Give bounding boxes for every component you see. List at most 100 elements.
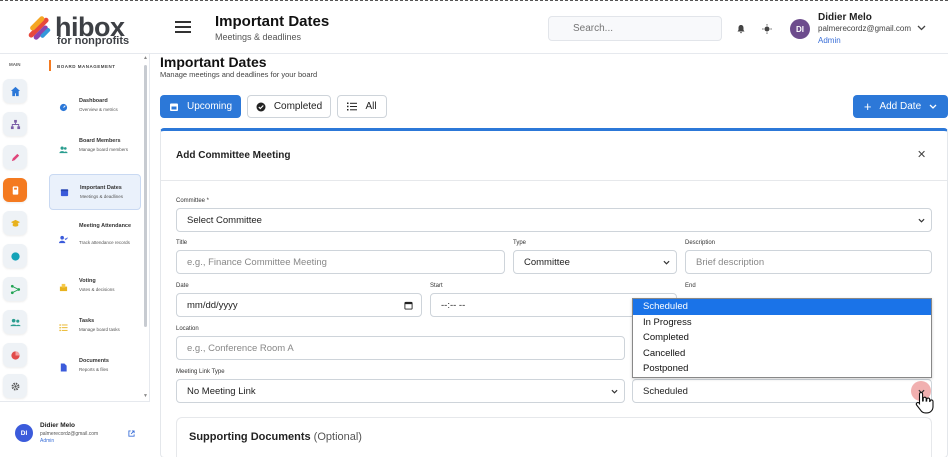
brand-tagline: for nonprofits [57,35,130,47]
calendar-icon [60,189,69,197]
sidebar-item-desc: Meetings & deadlines [80,194,124,199]
user-check-icon [59,235,68,244]
tab-all[interactable]: All [337,95,387,118]
status-option-cancelled[interactable]: Cancelled [633,346,931,362]
card-header: Add Committee Meeting ✕ [161,131,947,181]
status-option-scheduled[interactable]: Scheduled [633,299,931,315]
rail-network-button[interactable] [3,277,27,301]
committee-select[interactable]: Select Committee [176,208,932,232]
sidebar-item-meeting-attendance[interactable]: Meeting Attendance Track attendance reco… [49,218,141,260]
theme-toggle-icon[interactable] [762,24,772,34]
globe-icon [10,251,20,261]
rail-home-button[interactable] [3,79,27,103]
rail-label: MAIN [9,62,21,67]
plus-icon: + [863,98,872,114]
sidebar-item-desc: Track attendance records [79,240,130,245]
sidebar-item-label: Important Dates [80,185,122,191]
rail-reports-button[interactable] [3,343,27,367]
status-select[interactable]: Scheduled [632,379,932,403]
hand-cursor-icon [915,391,934,414]
sidebar-item-important-dates[interactable]: Important Dates Meetings & deadlines [49,174,141,210]
rail-org-button[interactable] [3,112,27,136]
gear-icon [11,382,19,390]
tab-completed[interactable]: Completed [247,95,331,118]
chevron-down-icon [611,389,618,394]
footer-user-name: Didier Melo [40,422,76,429]
sitemap-icon [10,119,20,129]
link-type-select[interactable]: No Meeting Link [176,379,625,403]
sidebar-item-desc: Reports & files [79,367,109,372]
footer-user-email: palmerecordz@gmail.com [40,431,99,437]
rail-calendar-button[interactable] [3,178,27,202]
network-icon [10,284,20,294]
section-accent [49,60,51,71]
search-input[interactable] [548,16,722,41]
status-dropdown-list[interactable]: Scheduled In Progress Completed Cancelle… [632,298,932,378]
date-input[interactable]: mm/dd/yyyy [176,293,422,317]
rail-education-button[interactable] [3,211,27,235]
sidebar-item-dashboard[interactable]: Dashboard Overview & metrics [49,90,141,124]
add-date-label: Add Date [879,101,922,112]
rail-campaign-button[interactable] [3,145,27,169]
supporting-docs-optional: (Optional) [313,431,362,443]
sidebar-item-label: Tasks [79,318,95,324]
tab-label: Upcoming [186,101,233,112]
sidebar-item-voting[interactable]: Voting Votes & decisions [49,270,141,304]
status-option-postponed[interactable]: Postponed [633,361,931,377]
committee-select-value: Select Committee [187,214,262,226]
user-email: palmerecordz@gmail.com [818,24,912,33]
description-input[interactable]: Brief description [685,250,932,274]
sidebar-scrollbar[interactable]: ▲ ▼ [143,56,148,399]
avatar[interactable]: DI [790,19,810,39]
type-select[interactable]: Committee [513,250,677,274]
avatar[interactable]: DI [15,424,33,442]
rail-globe-button[interactable] [3,244,27,268]
chevron-down-icon[interactable] [917,25,926,31]
graduation-icon [10,219,20,227]
sidebar-item-desc: Manage board members [79,147,129,152]
status-option-completed[interactable]: Completed [633,330,931,346]
sidebar-panel: BOARD MANAGEMENT Dashboard Overview & me… [40,54,150,401]
bookmark-icon [12,185,18,195]
calendar-icon[interactable] [404,301,413,310]
logo-mark-icon [28,16,51,40]
close-icon[interactable]: ✕ [917,148,926,161]
status-option-in-progress[interactable]: In Progress [633,315,931,331]
menu-toggle-icon[interactable] [175,21,191,35]
link-type-label: Meeting Link Type [176,369,225,375]
home-icon [10,86,20,96]
sidebar-item-label: Voting [79,278,96,284]
tab-label: All [365,101,377,112]
location-input-placeholder: e.g., Conference Room A [187,342,294,354]
rail-people-button[interactable] [3,310,27,334]
page-title: Important Dates [215,13,330,30]
title-input[interactable]: e.g., Finance Committee Meeting [176,250,505,274]
users-icon [59,146,68,154]
pie-chart-icon [10,350,20,360]
bell-icon[interactable] [736,24,746,34]
page-subtitle: Meetings & deadlines [215,32,302,42]
users-icon [9,318,21,326]
sidebar-item-desc: Overview & metrics [79,107,118,112]
location-input[interactable]: e.g., Conference Room A [176,336,625,360]
tab-upcoming[interactable]: Upcoming [160,95,241,118]
tab-label: Completed [273,101,323,112]
external-link-icon[interactable] [128,430,135,437]
calendar-icon [169,103,178,111]
description-label: Description [685,240,716,246]
brand-logo[interactable]: hibox for nonprofits [22,11,132,47]
start-time-placeholder: --:-- -- [441,299,466,311]
chevron-down-icon [663,260,670,265]
main-title: Important Dates [160,54,267,70]
committee-label: Committee * [176,198,210,204]
add-date-button[interactable]: + Add Date [853,95,948,118]
sidebar-item-tasks[interactable]: Tasks Manage board tasks [49,310,141,344]
description-input-placeholder: Brief description [696,256,765,268]
date-input-placeholder: mm/dd/yyyy [187,299,238,311]
sidebar-item-board-members[interactable]: Board Members Manage board members [49,130,141,168]
gauge-icon [59,103,68,112]
user-role: Admin [818,36,841,45]
ballot-box-icon [59,283,68,292]
sidebar-item-documents[interactable]: Documents Reports & files [49,350,141,384]
rail-settings-button[interactable] [3,374,27,398]
